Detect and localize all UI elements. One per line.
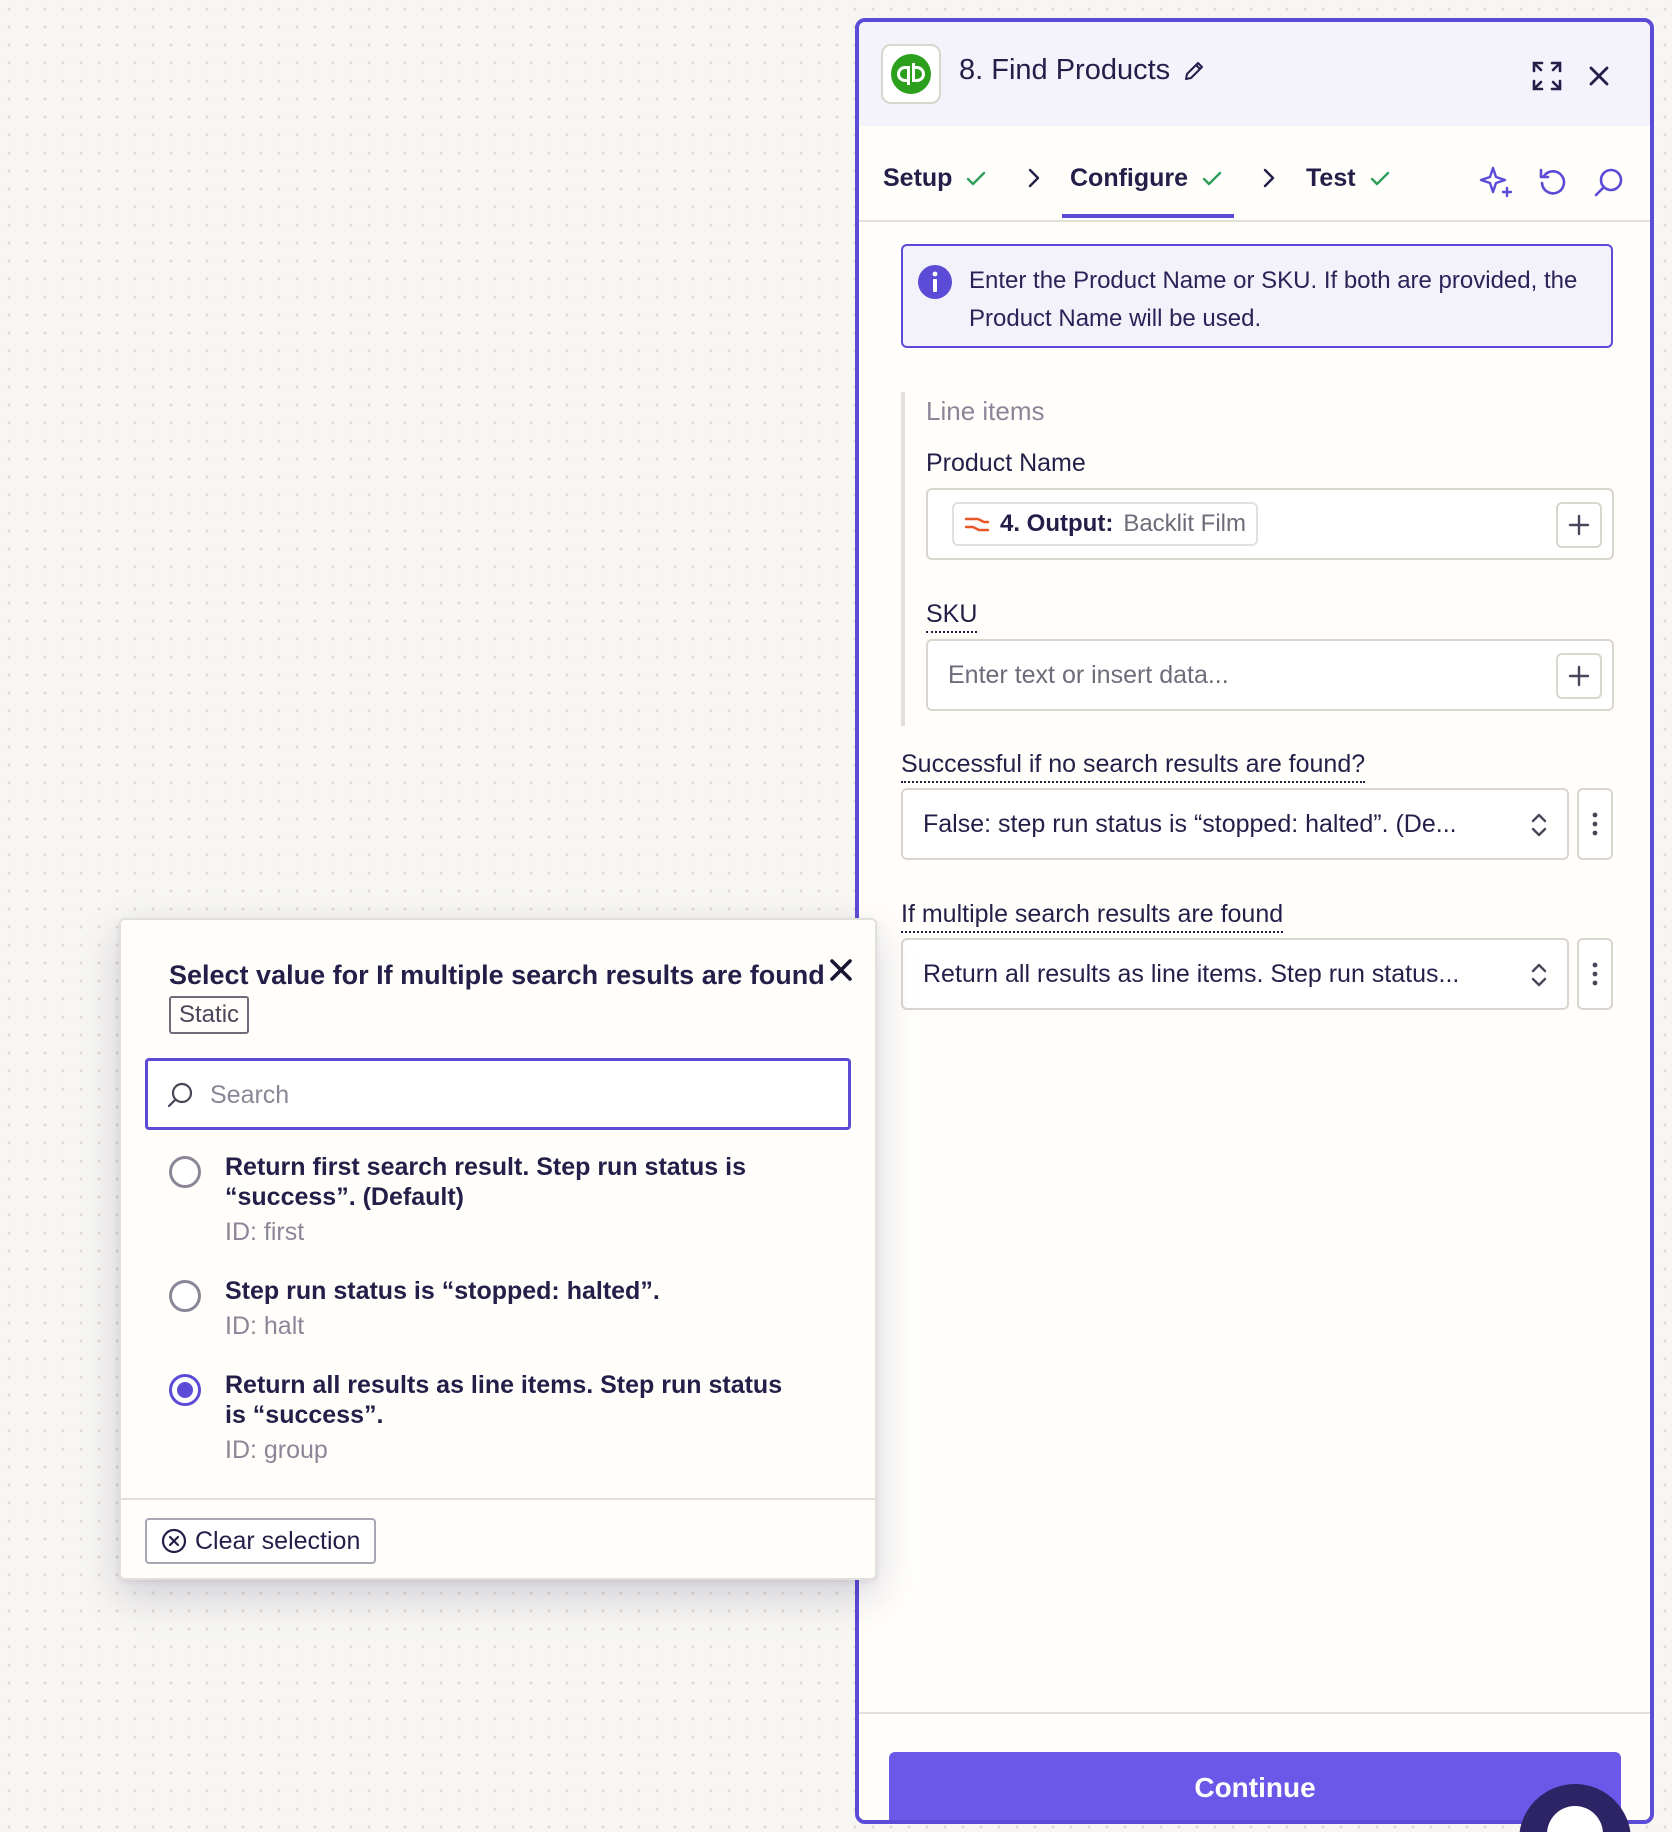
radio-button[interactable] <box>169 1156 201 1188</box>
step-editor-panel: 8. Find Products Setup Configure Test En… <box>855 18 1654 1824</box>
search-input[interactable] <box>210 1073 830 1117</box>
multiple-results-label: If multiple search results are found <box>901 900 1284 933</box>
product-name-field[interactable]: 4. Output: Backlit Film <box>926 488 1614 560</box>
pencil-icon[interactable] <box>1182 59 1206 83</box>
chevron-right-icon <box>1028 168 1040 188</box>
info-icon <box>918 265 952 299</box>
search-icon <box>167 1082 193 1108</box>
option-halt[interactable]: Step run status is “stopped: halted”. ID… <box>169 1276 809 1356</box>
close-icon[interactable] <box>821 950 861 990</box>
tab-label: Test <box>1306 164 1356 192</box>
pill-step: 4. Output: <box>1000 510 1114 537</box>
section-label: Line items <box>926 396 1045 426</box>
continue-button[interactable]: Continue <box>889 1752 1621 1820</box>
tab-label: Setup <box>883 164 953 192</box>
no-results-value: False: step run status is “stopped: halt… <box>923 810 1457 838</box>
panel-header: 8. Find Products <box>859 22 1650 126</box>
option-search[interactable] <box>145 1058 851 1130</box>
sku-placeholder: Enter text or insert data... <box>948 661 1229 689</box>
plus-icon <box>1568 665 1590 687</box>
check-icon <box>1370 171 1389 185</box>
more-vertical-icon <box>1592 962 1598 986</box>
sku-label: SKU <box>926 600 978 633</box>
check-icon <box>967 171 986 185</box>
tab-test[interactable]: Test <box>1306 164 1392 193</box>
step-title-text: 8. Find Products <box>959 54 1171 86</box>
select-value-popover: Select value for If multiple search resu… <box>119 918 877 1580</box>
pill-value: Backlit Film <box>1123 510 1246 537</box>
tab-setup[interactable]: Setup <box>883 164 988 193</box>
clear-circle-icon <box>161 1528 187 1554</box>
mapped-data-pill[interactable]: 4. Output: Backlit Film <box>952 502 1258 546</box>
sku-field[interactable]: Enter text or insert data... <box>926 639 1614 711</box>
clear-selection-label: Clear selection <box>195 1526 361 1555</box>
popover-title: Select value for If multiple search resu… <box>169 960 825 990</box>
option-label: Return all results as line items. Step r… <box>225 1371 783 1429</box>
chevron-right-icon <box>1263 168 1275 188</box>
chat-icon <box>1547 1806 1603 1832</box>
section-indent-bar <box>901 392 905 726</box>
clear-selection-button[interactable]: Clear selection <box>145 1518 377 1564</box>
info-text: Enter the Product Name or SKU. If both a… <box>969 267 1578 332</box>
plus-icon <box>1568 514 1590 536</box>
formatter-icon <box>964 517 990 532</box>
option-id: ID: group <box>225 1436 328 1464</box>
radio-button-selected[interactable] <box>169 1374 201 1406</box>
field-options-button[interactable] <box>1577 788 1613 860</box>
close-icon[interactable] <box>1579 56 1619 96</box>
no-results-label: Successful if no search results are foun… <box>901 750 1366 783</box>
ai-sparkle-icon[interactable] <box>1477 162 1517 202</box>
option-label: Step run status is “stopped: halted”. <box>225 1277 660 1305</box>
no-results-select[interactable]: False: step run status is “stopped: halt… <box>901 788 1569 860</box>
step-title[interactable]: 8. Find Products <box>959 54 1206 87</box>
info-banner: Enter the Product Name or SKU. If both a… <box>901 244 1613 348</box>
static-badge: Static <box>169 996 250 1034</box>
field-options-button[interactable] <box>1577 938 1613 1010</box>
refresh-icon[interactable] <box>1533 162 1573 202</box>
search-icon[interactable] <box>1589 162 1629 202</box>
insert-data-button[interactable] <box>1556 653 1602 699</box>
select-caret-icon <box>1531 813 1547 837</box>
option-id: ID: first <box>225 1218 305 1246</box>
quickbooks-icon <box>881 44 941 104</box>
multiple-results-select[interactable]: Return all results as line items. Step r… <box>901 938 1569 1010</box>
product-name-label: Product Name <box>926 449 1086 477</box>
active-tab-indicator <box>1062 214 1234 218</box>
option-id: ID: halt <box>225 1312 305 1340</box>
insert-data-button[interactable] <box>1556 502 1602 548</box>
select-caret-icon <box>1531 963 1547 987</box>
radio-button[interactable] <box>169 1280 201 1312</box>
multiple-results-value: Return all results as line items. Step r… <box>923 960 1460 988</box>
more-vertical-icon <box>1592 812 1598 836</box>
tab-configure[interactable]: Configure <box>1070 164 1224 193</box>
check-icon <box>1202 171 1222 185</box>
step-tabs: Setup Configure Test <box>859 126 1650 222</box>
option-label: Return first search result. Step run sta… <box>225 1153 746 1211</box>
option-first[interactable]: Return first search result. Step run sta… <box>169 1152 809 1252</box>
tab-label: Configure <box>1070 164 1189 192</box>
expand-icon[interactable] <box>1527 56 1567 96</box>
popover-divider <box>121 1498 875 1500</box>
option-group[interactable]: Return all results as line items. Step r… <box>169 1370 809 1470</box>
